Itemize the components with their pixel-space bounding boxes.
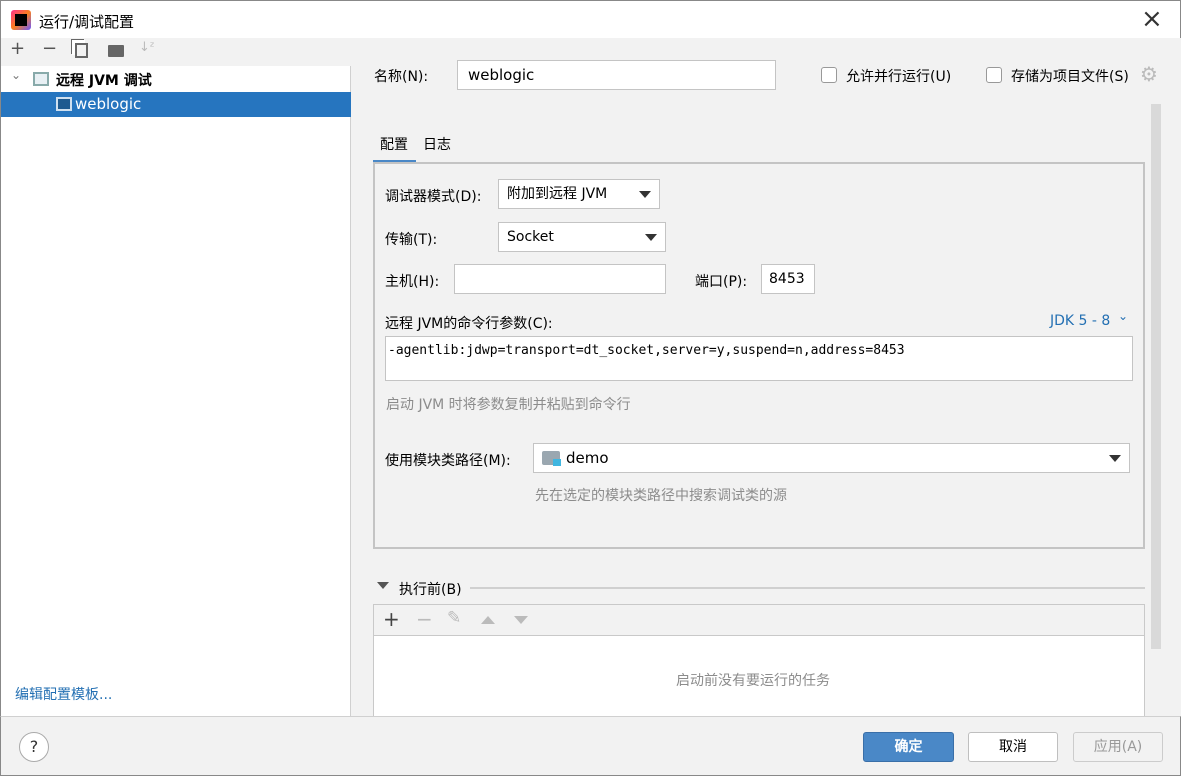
dropdown-arrow-icon bbox=[639, 191, 651, 198]
tree-group-label: 远程 JVM 调试 bbox=[56, 73, 152, 89]
cancel-button[interactable]: 取消 bbox=[968, 732, 1058, 762]
debugger-mode-value: 附加到远程 JVM bbox=[507, 186, 608, 202]
tree-item-label: weblogic bbox=[75, 95, 142, 113]
transport-value: Socket bbox=[507, 229, 554, 245]
remote-debug-icon bbox=[56, 97, 72, 111]
app-logo-icon bbox=[11, 10, 31, 30]
allow-parallel-label: 允许并行运行(U) bbox=[846, 69, 952, 85]
add-icon[interactable]: + bbox=[383, 607, 400, 631]
dropdown-arrow-icon bbox=[1109, 455, 1121, 462]
help-button[interactable]: ? bbox=[19, 732, 49, 762]
module-classpath-hint: 先在选定的模块类路径中搜索调试类的源 bbox=[535, 488, 787, 504]
store-as-file-checkbox[interactable] bbox=[986, 67, 1002, 83]
cmd-args-hint: 启动 JVM 时将参数复制并粘贴到命令行 bbox=[386, 397, 631, 413]
add-icon[interactable]: + bbox=[10, 38, 25, 59]
edit-icon: ✎ bbox=[447, 608, 462, 628]
debugger-mode-label: 调试器模式(D): bbox=[385, 189, 482, 205]
jdk-version-select[interactable]: JDK 5 - 8 bbox=[1050, 313, 1110, 329]
config-tree-panel bbox=[0, 38, 351, 716]
allow-parallel-checkbox[interactable] bbox=[821, 67, 837, 83]
collapse-triangle-icon[interactable] bbox=[377, 582, 389, 589]
close-icon[interactable]: × bbox=[1141, 4, 1163, 34]
edit-templates-link[interactable]: 编辑配置模板... bbox=[15, 684, 112, 704]
gear-icon[interactable]: ⚙ bbox=[1140, 62, 1158, 86]
host-label: 主机(H): bbox=[385, 274, 440, 290]
sort-icon[interactable]: ↓ᶻ bbox=[139, 40, 155, 55]
window-title: 运行/调试配置 bbox=[39, 13, 135, 31]
module-folder-icon bbox=[542, 451, 561, 466]
name-label: 名称(N): bbox=[374, 69, 429, 85]
debugger-mode-select[interactable]: 附加到远程 JVM bbox=[498, 179, 660, 209]
scrollbar[interactable] bbox=[1151, 104, 1161, 649]
footer: ? 确定 取消 应用(A) bbox=[0, 716, 1181, 776]
tab-log[interactable]: 日志 bbox=[423, 134, 451, 154]
move-down-icon bbox=[514, 616, 528, 624]
copy-icon[interactable] bbox=[75, 43, 88, 58]
apply-button: 应用(A) bbox=[1073, 732, 1163, 762]
title-bar: 运行/调试配置 × bbox=[0, 0, 1181, 38]
remove-icon[interactable]: − bbox=[42, 38, 57, 59]
remote-debug-icon bbox=[33, 72, 49, 86]
before-launch-toolbar: + − ✎ bbox=[374, 605, 1144, 636]
dropdown-arrow-icon bbox=[645, 234, 657, 241]
remove-icon: − bbox=[416, 607, 433, 631]
tree-item-weblogic[interactable]: weblogic bbox=[1, 92, 351, 117]
name-input[interactable]: weblogic bbox=[457, 60, 776, 90]
before-launch-empty: 启动前没有要运行的任务 bbox=[676, 673, 830, 689]
tree-toolbar: + − ↓ᶻ bbox=[1, 38, 351, 66]
tree-group-remote-jvm[interactable]: ⌄ 远程 JVM 调试 bbox=[1, 67, 351, 91]
ok-button[interactable]: 确定 bbox=[863, 732, 954, 762]
separator bbox=[470, 587, 1145, 589]
port-input[interactable]: 8453 bbox=[761, 264, 815, 294]
cmd-args-field[interactable]: -agentlib:jdwp=transport=dt_socket,serve… bbox=[385, 336, 1133, 381]
folder-add-icon[interactable] bbox=[108, 45, 124, 57]
cmd-args-label: 远程 JVM的命令行参数(C): bbox=[385, 316, 553, 332]
chevron-down-icon[interactable]: ⌄ bbox=[11, 68, 21, 82]
host-input[interactable] bbox=[454, 264, 666, 294]
module-value: demo bbox=[566, 449, 609, 467]
store-as-file-label: 存储为项目文件(S) bbox=[1011, 69, 1129, 85]
chevron-down-icon[interactable]: ⌄ bbox=[1118, 309, 1128, 323]
transport-label: 传输(T): bbox=[385, 232, 438, 248]
module-classpath-label: 使用模块类路径(M): bbox=[385, 453, 511, 469]
move-up-icon bbox=[481, 616, 495, 624]
before-launch-title: 执行前(B) bbox=[399, 582, 462, 598]
transport-select[interactable]: Socket bbox=[498, 222, 666, 252]
module-classpath-select[interactable]: demo bbox=[533, 443, 1130, 473]
before-launch-panel: + − ✎ 启动前没有要运行的任务 bbox=[373, 604, 1145, 719]
port-label: 端口(P): bbox=[695, 274, 748, 290]
tab-config[interactable]: 配置 bbox=[380, 134, 408, 154]
